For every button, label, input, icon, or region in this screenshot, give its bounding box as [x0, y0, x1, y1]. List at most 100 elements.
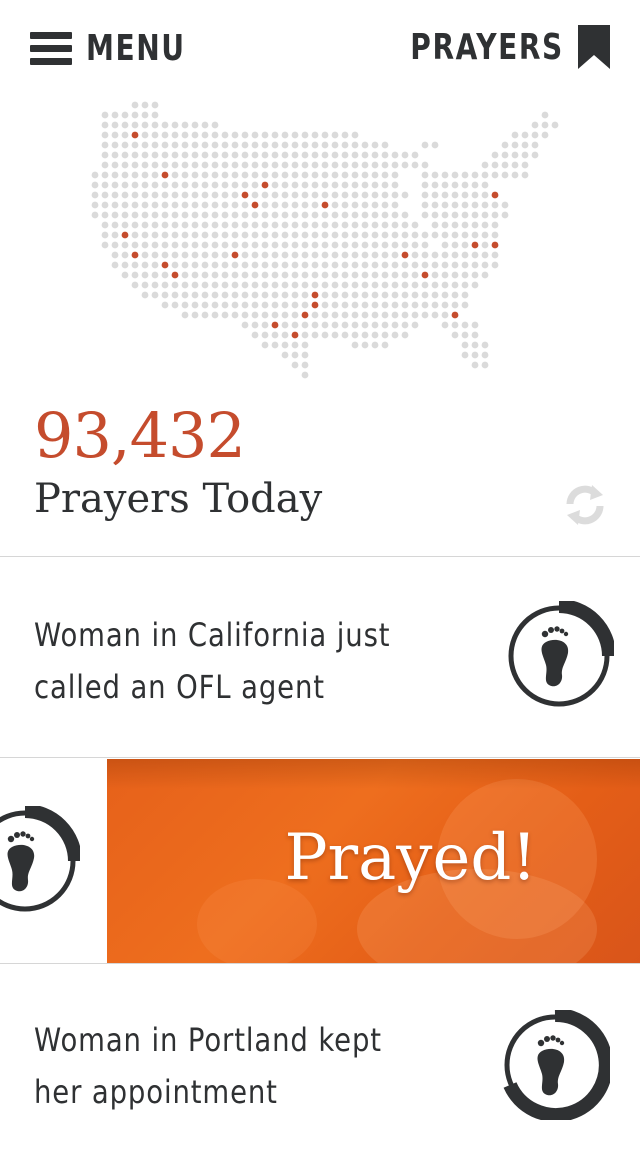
map-dot	[301, 251, 309, 259]
map-dot	[461, 261, 469, 269]
map-dot	[181, 151, 189, 159]
map-dot	[261, 231, 269, 239]
map-dot	[401, 231, 409, 239]
map-dot	[251, 161, 259, 169]
map-dot	[281, 141, 289, 149]
map-dot	[351, 281, 359, 289]
map-dot	[231, 231, 239, 239]
map-dot	[321, 281, 329, 289]
map-dot	[221, 261, 229, 269]
map-dot	[181, 271, 189, 279]
map-dot	[191, 241, 199, 249]
map-dot	[341, 191, 349, 199]
menu-button[interactable]: MENU	[30, 26, 214, 70]
map-dot	[271, 161, 279, 169]
map-dot	[331, 311, 339, 319]
map-dot	[261, 201, 269, 209]
map-dot	[391, 231, 399, 239]
footprint-icon[interactable]	[500, 1010, 610, 1120]
map-dot	[181, 141, 189, 149]
map-dot	[151, 111, 159, 119]
refresh-icon[interactable]	[562, 482, 608, 528]
map-dot	[521, 171, 529, 179]
map-dot	[441, 321, 449, 329]
map-dot	[361, 341, 369, 349]
map-dot	[411, 151, 419, 159]
map-dot	[431, 301, 439, 309]
map-dot	[421, 211, 429, 219]
map-dot	[401, 211, 409, 219]
map-dot	[171, 161, 179, 169]
map-dot	[421, 291, 429, 299]
map-dot	[301, 281, 309, 289]
map-dot	[331, 131, 339, 139]
map-dot	[401, 161, 409, 169]
map-dot	[321, 131, 329, 139]
map-dot	[151, 271, 159, 279]
map-dot	[131, 221, 139, 229]
map-dot	[261, 221, 269, 229]
map-dot	[241, 261, 249, 269]
map-dot	[111, 221, 119, 229]
map-dot	[311, 251, 319, 259]
map-dot	[291, 191, 299, 199]
map-dot	[281, 171, 289, 179]
map-dot	[181, 251, 189, 259]
map-dot	[161, 191, 169, 199]
map-dot	[371, 221, 379, 229]
map-dot	[141, 141, 149, 149]
map-dot	[241, 291, 249, 299]
map-dot	[381, 321, 389, 329]
map-dot	[471, 261, 479, 269]
map-dot	[341, 301, 349, 309]
map-dot	[301, 221, 309, 229]
map-dot	[451, 291, 459, 299]
map-dot	[281, 151, 289, 159]
map-dot	[381, 261, 389, 269]
footprint-icon[interactable]	[0, 806, 80, 916]
map-dot	[121, 211, 129, 219]
map-dot	[191, 251, 199, 259]
map-dot	[371, 151, 379, 159]
feed-item[interactable]: Woman in California just called an OFL a…	[0, 557, 640, 757]
map-dot	[261, 171, 269, 179]
map-dot	[431, 201, 439, 209]
map-dot	[361, 161, 369, 169]
map-dot	[371, 251, 379, 259]
prayers-button[interactable]: PRAYERS	[367, 24, 612, 70]
map-dot	[141, 191, 149, 199]
map-dot	[231, 221, 239, 229]
map-dot	[421, 171, 429, 179]
map-dot	[311, 231, 319, 239]
map-dot	[411, 231, 419, 239]
map-dot	[201, 311, 209, 319]
map-dot	[341, 161, 349, 169]
map-dot	[421, 181, 429, 189]
map-dot	[141, 181, 149, 189]
map-dot	[441, 171, 449, 179]
prayed-feed-item[interactable]: Prayed!	[0, 759, 640, 963]
map-dot	[201, 191, 209, 199]
map-dot	[101, 111, 109, 119]
map-dot	[381, 191, 389, 199]
map-dot	[331, 321, 339, 329]
map-dot	[141, 111, 149, 119]
footprint-icon[interactable]	[504, 601, 614, 711]
map-dot	[181, 261, 189, 269]
prayed-banner[interactable]: Prayed!	[107, 759, 640, 963]
map-dot	[491, 201, 499, 209]
map-dot	[271, 291, 279, 299]
feed-item[interactable]: Woman in Portland kept her appointment	[0, 964, 640, 1164]
map-dot	[261, 281, 269, 289]
map-dot	[181, 181, 189, 189]
map-dot	[361, 301, 369, 309]
map-dot	[451, 281, 459, 289]
map-dot	[491, 261, 499, 269]
map-dot	[391, 191, 399, 199]
map-dot	[441, 241, 449, 249]
map-dot	[191, 161, 199, 169]
map-dot	[451, 211, 459, 219]
map-dot	[241, 251, 249, 259]
map-dot	[321, 191, 329, 199]
map-dot	[221, 311, 229, 319]
